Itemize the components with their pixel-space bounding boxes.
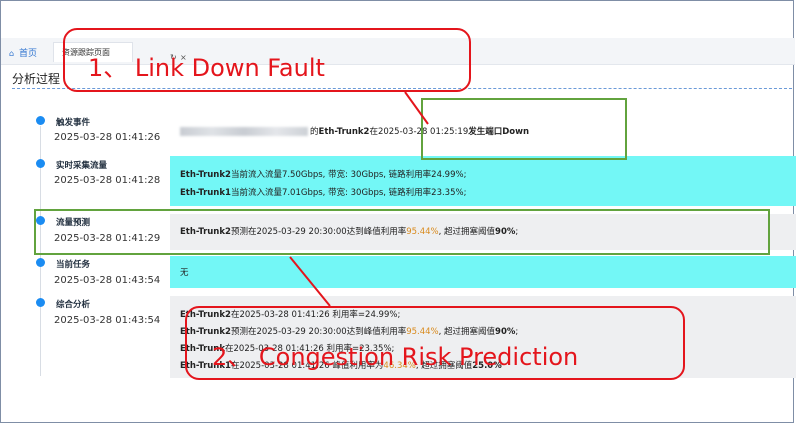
callout-connector-2 (289, 256, 331, 307)
callout-link-down-text: 1、 Link Down Fault (88, 54, 325, 82)
callout-connector-1 (404, 91, 429, 125)
callout-congestion-text: 2、 Congestion Risk Prediction (212, 343, 579, 371)
